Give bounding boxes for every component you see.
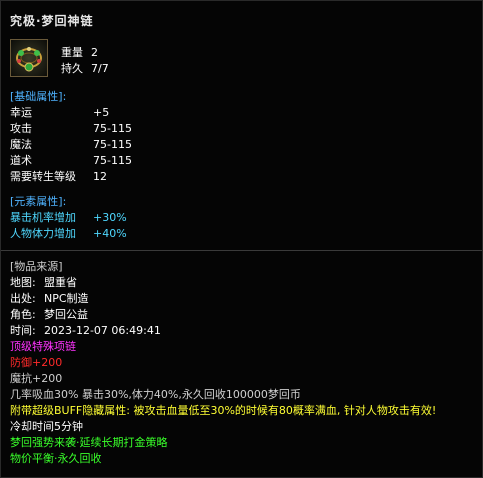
item-base-stats: 重量 2 持久 7/7 xyxy=(61,45,109,77)
item-extras: 顶级特殊项链 防御+200 魔抗+200 几率吸血30% 暴击30%,体力40%… xyxy=(10,339,436,467)
attr-label: 道术 xyxy=(10,154,32,167)
basic-attributes: [基础属性]: 幸运 +5 攻击 75-115 魔法 75-115 道术 75-… xyxy=(10,89,132,185)
attr-value: 75-115 xyxy=(93,138,132,151)
basic-attributes-header: [基础属性]: xyxy=(10,90,67,103)
item-source: [物品来源] 地图: 盟重省 出处: NPC制造 角色: 梦回公益 时间: 20… xyxy=(10,259,161,339)
source-header: [物品来源] xyxy=(10,260,63,273)
element-value: +30% xyxy=(93,211,127,224)
bonus-line: 几率吸血30% 暴击30%,体力40%,永久回收100000梦回币 xyxy=(10,388,301,401)
attr-value: 75-115 xyxy=(93,154,132,167)
source-time-row: 时间: 2023-12-07 06:49:41 xyxy=(10,323,161,339)
source-role-value: 梦回公益 xyxy=(44,308,88,321)
cooldown-line: 冷却时间5分钟 xyxy=(10,420,83,433)
element-value: +40% xyxy=(93,227,127,240)
attr-label: 幸运 xyxy=(10,106,32,119)
promo-line: 梦回强势来袭·延续长期打金策略 xyxy=(10,436,168,449)
attr-row: 需要转生等级 12 xyxy=(10,169,132,185)
source-origin-label: 出处: xyxy=(10,292,36,305)
weight-value: 2 xyxy=(91,46,98,59)
item-tooltip: 究极·梦回神链 重量 2 持久 7/7 [基础属性]: 幸运 +5 攻击 75-… xyxy=(0,0,483,478)
item-title: 究极·梦回神链 xyxy=(10,14,94,28)
attr-label: 魔法 xyxy=(10,138,32,151)
source-origin-row: 出处: NPC制造 xyxy=(10,291,161,307)
attr-row: 攻击 75-115 xyxy=(10,121,132,137)
element-label: 暴击机率增加 xyxy=(10,211,76,224)
source-map-label: 地图: xyxy=(10,276,36,289)
attr-value: +5 xyxy=(93,106,110,119)
attr-value: 12 xyxy=(93,170,107,183)
durability-row: 持久 7/7 xyxy=(61,61,109,77)
attr-value: 75-115 xyxy=(93,122,132,135)
hidden-attr-line: 附带超级BUFF隐藏属性: 被攻击血量低至30%的时候有80概率满血, 针对人物… xyxy=(10,404,437,417)
source-origin-value: NPC制造 xyxy=(44,292,89,305)
durability-value: 7/7 xyxy=(91,62,109,75)
attr-label: 需要转生等级 xyxy=(10,170,76,183)
element-attributes: [元素属性]: 暴击机率增加 +30% 人物体力增加 +40% xyxy=(10,194,127,242)
defense-line: 防御+200 xyxy=(10,356,63,369)
attr-row: 幸运 +5 xyxy=(10,105,132,121)
section-divider xyxy=(1,250,482,251)
magic-resist-line: 魔抗+200 xyxy=(10,372,63,385)
element-label: 人物体力增加 xyxy=(10,227,76,240)
source-role-row: 角色: 梦回公益 xyxy=(10,307,161,323)
durability-label: 持久 xyxy=(61,62,83,75)
item-type-line: 顶级特殊项链 xyxy=(10,340,76,353)
source-map-row: 地图: 盟重省 xyxy=(10,275,161,291)
source-time-value: 2023-12-07 06:49:41 xyxy=(44,324,161,337)
attr-row: 道术 75-115 xyxy=(10,153,132,169)
element-row: 暴击机率增加 +30% xyxy=(10,210,127,226)
attr-row: 魔法 75-115 xyxy=(10,137,132,153)
source-map-value: 盟重省 xyxy=(44,276,77,289)
weight-label: 重量 xyxy=(61,46,83,59)
element-row: 人物体力增加 +40% xyxy=(10,226,127,242)
balance-line: 物价平衡·永久回收 xyxy=(10,452,102,465)
element-attributes-header: [元素属性]: xyxy=(10,195,67,208)
jade-necklace-icon xyxy=(10,39,48,77)
weight-row: 重量 2 xyxy=(61,45,109,61)
source-time-label: 时间: xyxy=(10,324,36,337)
attr-label: 攻击 xyxy=(10,122,32,135)
source-role-label: 角色: xyxy=(10,308,36,321)
